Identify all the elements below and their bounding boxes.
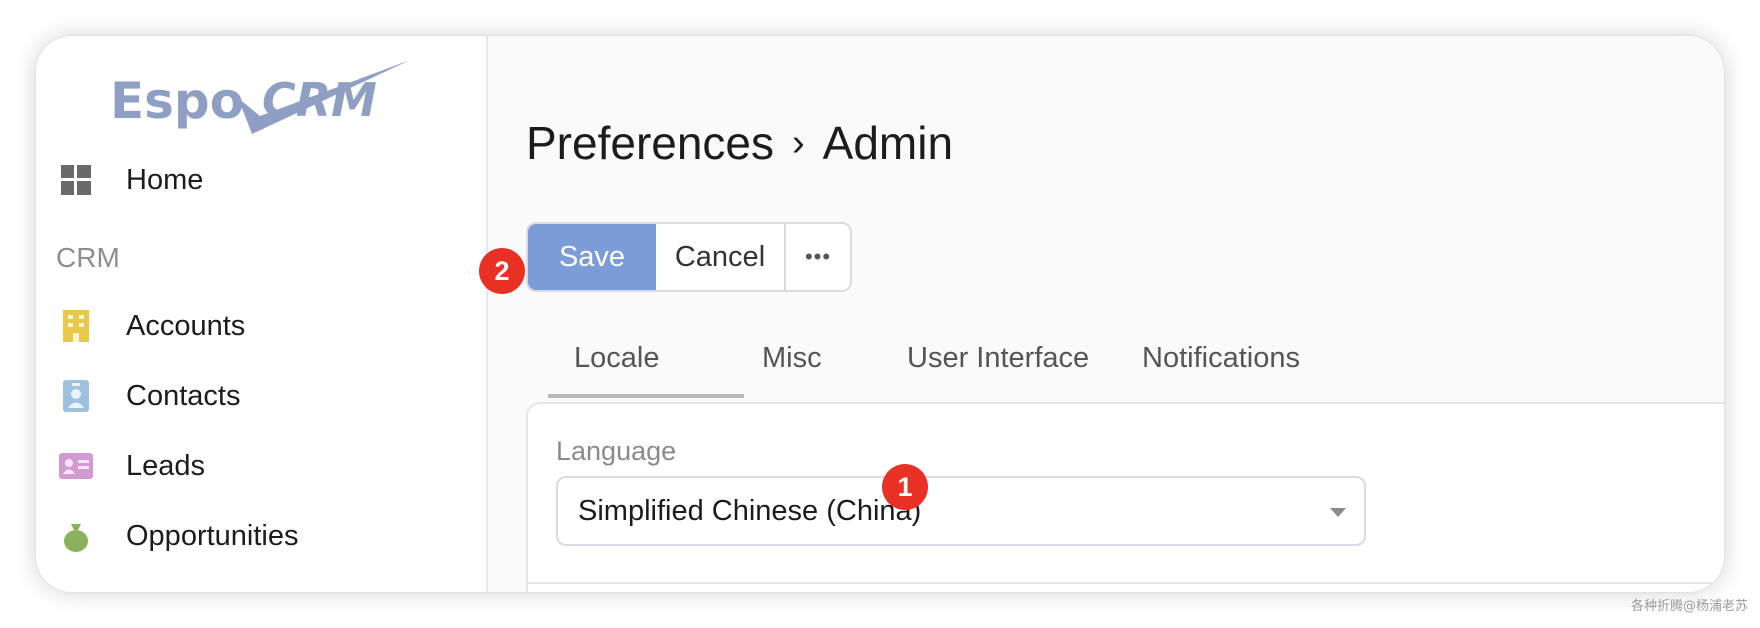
- espocrm-logo[interactable]: Espo CRM: [110, 60, 420, 140]
- more-actions-button[interactable]: •••: [786, 224, 850, 290]
- sidebar-item-leads[interactable]: Leads: [56, 438, 476, 494]
- chevron-down-icon: [1330, 508, 1346, 517]
- breadcrumb-admin: Admin: [822, 117, 954, 169]
- id-badge-icon: [56, 376, 96, 416]
- language-label: Language: [556, 436, 677, 466]
- app-window: Espo CRM Home CRM Accounts Contacts Lead…: [36, 36, 1724, 592]
- sidebar-item-contacts[interactable]: Contacts: [56, 368, 476, 424]
- sidebar-item-label: Leads: [126, 449, 206, 482]
- language-select-value: Simplified Chinese (China): [578, 494, 922, 527]
- sidebar: Espo CRM Home CRM Accounts Contacts Lead…: [36, 36, 488, 592]
- svg-text:Espo: Espo: [110, 72, 244, 130]
- sidebar-item-home[interactable]: Home: [56, 152, 476, 208]
- action-button-group: Save Cancel •••: [526, 222, 852, 292]
- money-bag-icon: [56, 516, 96, 556]
- annotation-badge-1: 1: [882, 464, 928, 510]
- tab-user-interface[interactable]: User Interface: [907, 342, 1089, 375]
- sidebar-item-label: Accounts: [126, 309, 246, 342]
- sidebar-item-label: Contacts: [126, 379, 241, 412]
- breadcrumb-separator: ›: [792, 121, 805, 164]
- sidebar-item-opportunities[interactable]: Opportunities: [56, 508, 476, 564]
- sidebar-item-accounts[interactable]: Accounts: [56, 298, 476, 354]
- cancel-button[interactable]: Cancel: [656, 224, 786, 290]
- annotation-badge-2: 2: [479, 248, 525, 294]
- id-card-icon: [56, 446, 96, 486]
- svg-text:CRM: CRM: [262, 73, 377, 127]
- language-select[interactable]: Simplified Chinese (China): [556, 476, 1366, 546]
- sidebar-item-label: Home: [126, 163, 204, 196]
- building-icon: [56, 306, 96, 346]
- sidebar-group-label: CRM: [56, 242, 120, 273]
- locale-panel: Language Simplified Chinese (China) 1: [526, 402, 1724, 592]
- tab-locale[interactable]: Locale: [574, 342, 659, 375]
- main-content: Preferences › Admin Save Cancel ••• 2 Lo…: [479, 36, 1724, 592]
- dashboard-icon: [56, 160, 96, 200]
- watermark-text: 各种折腾@杨浦老苏: [1630, 599, 1748, 614]
- tab-notifications[interactable]: Notifications: [1142, 342, 1300, 375]
- page-title: Preferences › Admin: [526, 116, 953, 170]
- panel-divider: [528, 582, 1724, 584]
- sidebar-item-label: Opportunities: [126, 519, 299, 552]
- ellipsis-icon: •••: [804, 244, 832, 269]
- active-tab-indicator: [548, 394, 744, 398]
- tab-misc[interactable]: Misc: [762, 342, 822, 375]
- save-button[interactable]: Save: [528, 224, 656, 290]
- breadcrumb-preferences[interactable]: Preferences: [526, 116, 774, 170]
